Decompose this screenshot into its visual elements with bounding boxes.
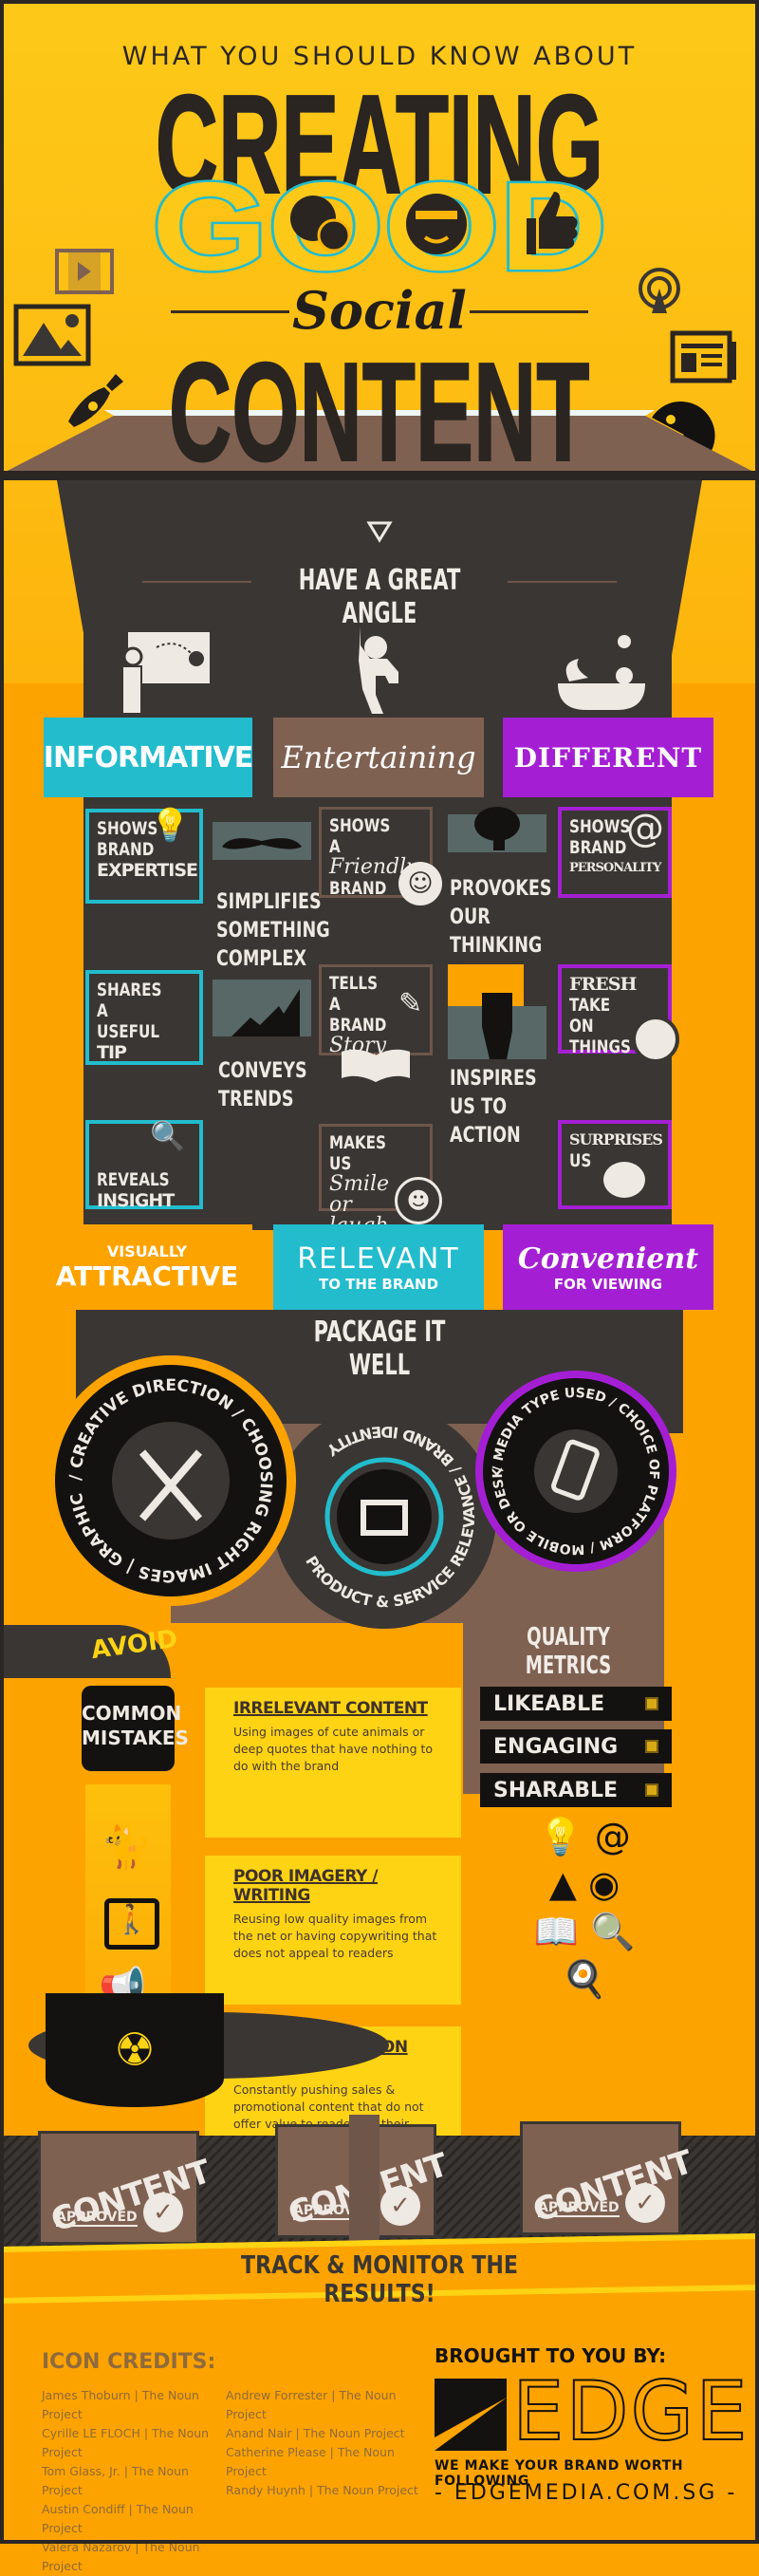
mustache-icon — [213, 822, 311, 860]
fist-icon — [448, 964, 546, 1059]
title-content: CONTENT — [169, 334, 591, 491]
credit-line: Catherine Please | The Noun Project — [226, 2445, 395, 2478]
spiral-icon: @ — [626, 807, 664, 850]
broadcast-icon — [639, 268, 680, 313]
divider — [508, 581, 617, 583]
credit-line: Anand Nair | The Noun Project — [226, 2426, 405, 2440]
mistake-irrelevant: IRRELEVANT CONTENT Using images of cute a… — [205, 1688, 461, 1838]
credit-line: Valera Nazarov | The Noun Project — [42, 2540, 200, 2573]
edge-logo-mark — [435, 2379, 507, 2451]
credit-line: Cyrille LE FLOCH | The Noun Project — [42, 2426, 210, 2459]
category-visually-attractive: VISUALLY ATTRACTIVE — [42, 1224, 252, 1310]
magnifier-icon: 🔍 — [590, 1911, 636, 1952]
laughing-face-icon: ☻ — [395, 1177, 442, 1224]
content-crate: CONTENTAPPROVED✓ — [38, 2131, 214, 2245]
credit-line: Austin Condiff | The Noun Project — [42, 2502, 194, 2535]
content-crate-open: CONTENT APPROVED ✓ — [520, 2121, 696, 2235]
checkmark-icon: ✓ — [143, 2193, 183, 2232]
title-good: GOOD — [150, 171, 610, 277]
lightbulb-icon: 💡 — [538, 1816, 583, 1857]
trend-chart-icon — [213, 980, 311, 1036]
radioactive-barrel-icon: ☢ — [46, 1993, 224, 2107]
smiley-icon: ☺ — [398, 862, 442, 905]
credit-line: Randy Huynh | The Noun Project — [226, 2483, 418, 2497]
teacher-icon — [121, 632, 210, 715]
category-different: DIFFERENT — [503, 718, 713, 797]
credit-line: Andrew Forrester | The Noun Project — [226, 2388, 397, 2421]
falling-icons: 💡 @ ▲ ◉ 📖 🔍 🍳 — [509, 1813, 660, 2041]
gears-diagram: / CREATIVE DIRECTION / CHOOSING RIGHT IM… — [28, 1348, 676, 1629]
pencil-icon: ✎ — [398, 987, 423, 1020]
checkbox-icon[interactable] — [645, 1783, 658, 1797]
category-relevant: RELEVANT TO THE BRAND — [273, 1224, 484, 1310]
bathtub-lightbulb-icon — [558, 635, 645, 710]
film-icon — [55, 249, 114, 294]
credits-left: James Thoburn | The Noun Project Cyrille … — [42, 2386, 231, 2576]
category-convenient: Convenient FOR VIEWING — [503, 1224, 713, 1310]
spiral-icon: @ — [594, 1816, 631, 1857]
edge-logo-text: EDGE — [511, 2364, 750, 2459]
cell-simplifies: SIMPLIFIES SOMETHING COMPLEX — [216, 890, 330, 971]
brand-url[interactable]: - EDGEMEDIA.COM.SG - — [435, 2481, 737, 2505]
metric-sharable[interactable]: SHARABLE — [480, 1773, 672, 1807]
category-entertaining: Entertaining — [273, 718, 484, 797]
checkmark-icon: ✓ — [625, 2183, 665, 2223]
checkmark-icon: ✓ — [380, 2186, 420, 2226]
egg-icon: 🍳 — [562, 1958, 607, 2000]
open-book-icon — [342, 1049, 410, 1082]
metric-engaging[interactable]: ENGAGING — [480, 1729, 672, 1764]
metric-likeable[interactable]: LIKEABLE — [480, 1687, 672, 1721]
cat-icon: 🐈 — [101, 1823, 153, 1872]
category-informative: INFORMATIVE — [44, 718, 253, 797]
credits-right: Andrew Forrester | The Noun Project Anand… — [226, 2386, 435, 2500]
brain-icon — [448, 807, 546, 852]
credit-line: James Thoburn | The Noun Project — [42, 2388, 199, 2421]
lightbulb-person-icon: 💡 — [150, 807, 191, 845]
cell-shares-useful-tip: SHARES A USEFUL TIP — [85, 970, 203, 1065]
checkbox-icon[interactable] — [645, 1697, 658, 1710]
lemon-slice-icon — [632, 1016, 679, 1063]
cell-reveals-insight: REVEALS INSIGHT — [85, 1120, 203, 1211]
cell-inspires-action: INSPIRES US TO ACTION — [450, 1067, 537, 1148]
credit-line: Tom Glass, Jr. | The Noun Project — [42, 2464, 189, 2497]
dancing-person-icon — [359, 626, 398, 714]
divider — [142, 581, 251, 583]
down-triangle-icon — [366, 521, 393, 543]
icon-credits-title: ICON CREDITS: — [42, 2350, 216, 2374]
track-monitor-text: TRACK & MONITOR THE RESULTS! — [241, 2251, 518, 2308]
cell-provokes-thinking: PROVOKES OUR THINKING — [450, 877, 552, 958]
checkbox-icon[interactable] — [645, 1740, 658, 1753]
cool-face-icon — [406, 194, 467, 254]
book-icon: 📖 — [533, 1911, 579, 1952]
cell-conveys-trends: CONVEYS TRENDS — [218, 1059, 307, 1111]
lemon-icon: ◉ — [588, 1863, 620, 1905]
metrics-title: QUALITY METRICS — [525, 1623, 612, 1680]
mistake-poor-imagery: POOR IMAGERY / WRITING Reusing low qualit… — [205, 1856, 461, 2005]
section-heading-angle: HAVE A GREAT ANGLE — [298, 564, 461, 630]
broken-image-icon: 🚶 — [104, 1898, 159, 1950]
trend-icon: ▲ — [548, 1863, 577, 1905]
magnifier-icon: 🔍 — [150, 1120, 186, 1153]
common-mistakes-label: COMMON MISTAKES — [82, 1686, 189, 1771]
ninja-icon — [603, 1162, 645, 1198]
